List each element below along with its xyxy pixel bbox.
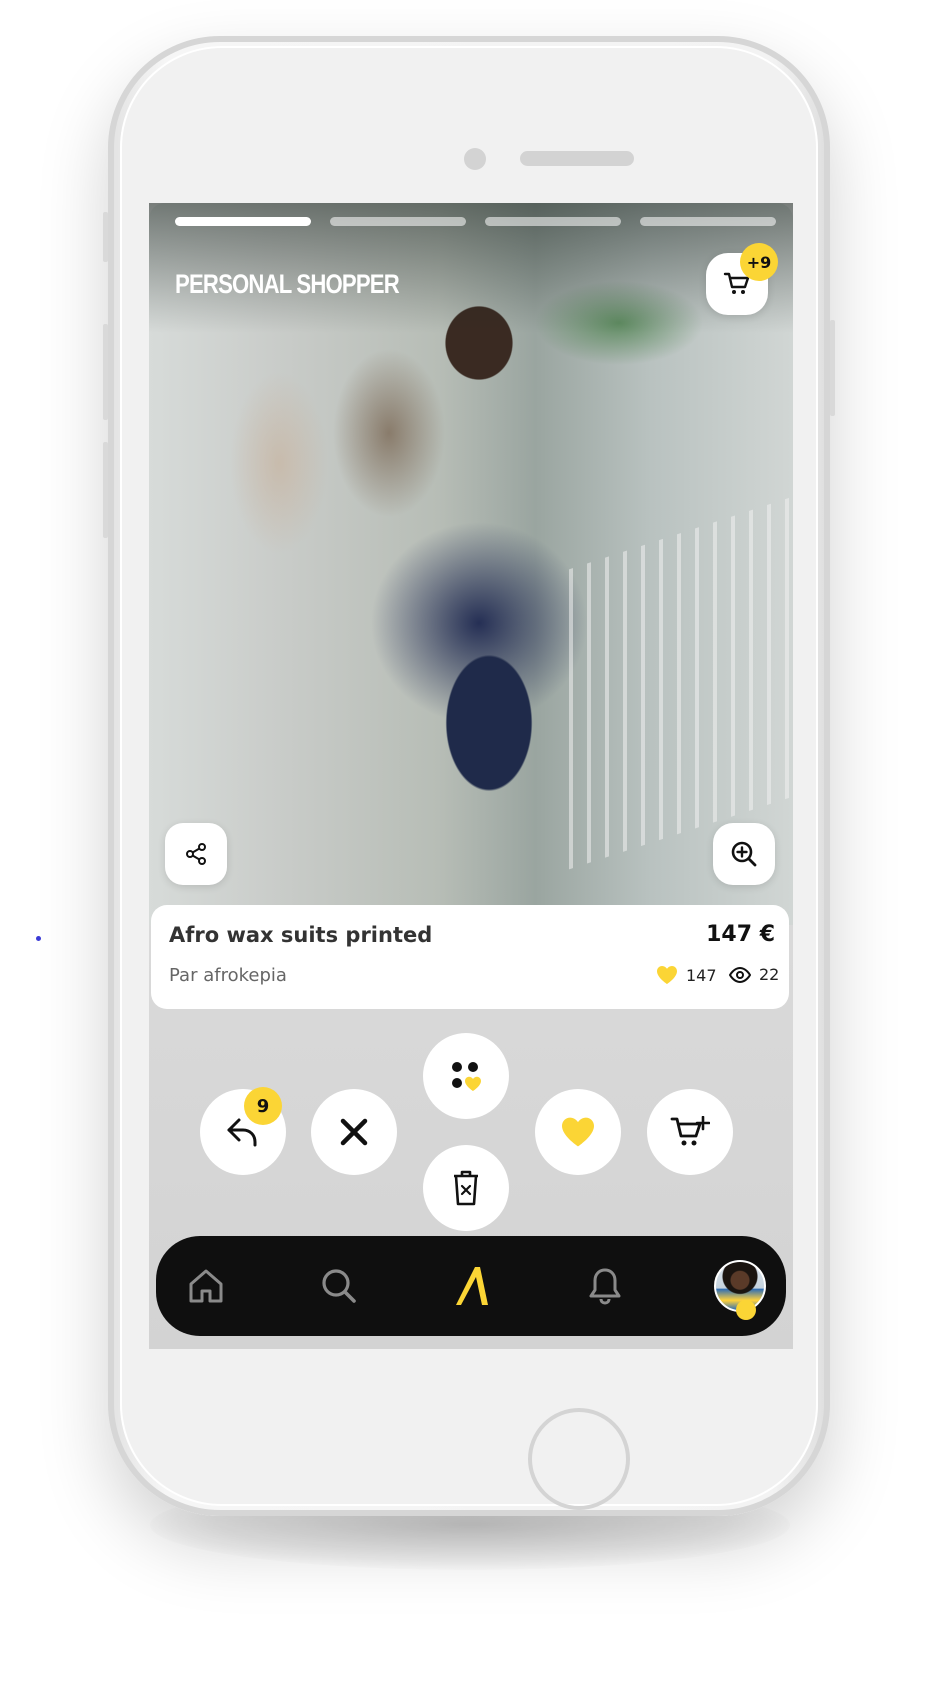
zoom-button[interactable]	[713, 823, 775, 885]
product-name: Afro wax suits printed	[169, 923, 433, 947]
share-button[interactable]	[165, 823, 227, 885]
home-icon	[189, 1269, 223, 1303]
search-icon	[322, 1269, 356, 1303]
seller-name[interactable]: Par afrokepia	[169, 965, 287, 986]
add-to-cart-icon	[670, 1116, 710, 1146]
views-stat: 22	[729, 965, 779, 984]
side-button-volume-down	[103, 442, 108, 538]
style-match-icon	[452, 1062, 481, 1091]
product-photo[interactable]: PERSONAL SHOPPER +9	[149, 203, 793, 925]
earpiece-speaker	[520, 151, 634, 166]
bottom-navbar	[156, 1236, 786, 1336]
stray-dot	[36, 936, 41, 941]
app-screen: PERSONAL SHOPPER +9 Afro wax suits print…	[149, 203, 793, 1349]
story-progress-2	[330, 217, 466, 226]
views-count: 22	[759, 965, 780, 984]
add-to-cart-button[interactable]	[647, 1089, 733, 1175]
cart-count-badge: +9	[740, 243, 778, 281]
undo-button[interactable]: 9	[200, 1087, 286, 1175]
zoom-in-icon	[731, 841, 757, 867]
avatar-status-dot	[736, 1300, 756, 1320]
product-info-card[interactable]: Afro wax suits printed 147 € Par afrokep…	[151, 905, 789, 1009]
likes-count: 147	[686, 965, 717, 985]
nav-notifications[interactable]	[579, 1260, 631, 1312]
nav-brand[interactable]	[446, 1260, 498, 1312]
trash-icon	[454, 1170, 478, 1206]
heart-icon	[562, 1117, 594, 1147]
heart-icon	[657, 966, 677, 984]
like-button[interactable]	[535, 1089, 621, 1175]
nav-search[interactable]	[313, 1260, 365, 1312]
home-button[interactable]	[528, 1408, 630, 1510]
brand-logo-icon	[456, 1267, 488, 1305]
nav-home[interactable]	[180, 1260, 232, 1312]
personal-shopper-title: PERSONAL SHOPPER	[175, 269, 400, 299]
undo-count-badge: 9	[244, 1087, 282, 1125]
share-icon	[186, 843, 206, 865]
style-match-button[interactable]	[423, 1033, 509, 1119]
close-icon	[340, 1118, 368, 1146]
bell-icon	[589, 1268, 621, 1305]
side-button-mute	[103, 212, 108, 262]
product-price: 147 €	[706, 922, 775, 947]
front-camera	[464, 148, 486, 170]
story-progress-1	[175, 217, 311, 226]
trash-button[interactable]	[423, 1145, 509, 1231]
cart-button[interactable]: +9	[706, 243, 778, 315]
side-button-power	[830, 320, 835, 416]
story-progress-3	[485, 217, 621, 226]
side-button-volume-up	[103, 324, 108, 420]
eye-icon	[729, 966, 751, 983]
dismiss-button[interactable]	[311, 1089, 397, 1175]
story-progress-4	[640, 217, 776, 226]
likes-stat: 147	[656, 965, 717, 985]
